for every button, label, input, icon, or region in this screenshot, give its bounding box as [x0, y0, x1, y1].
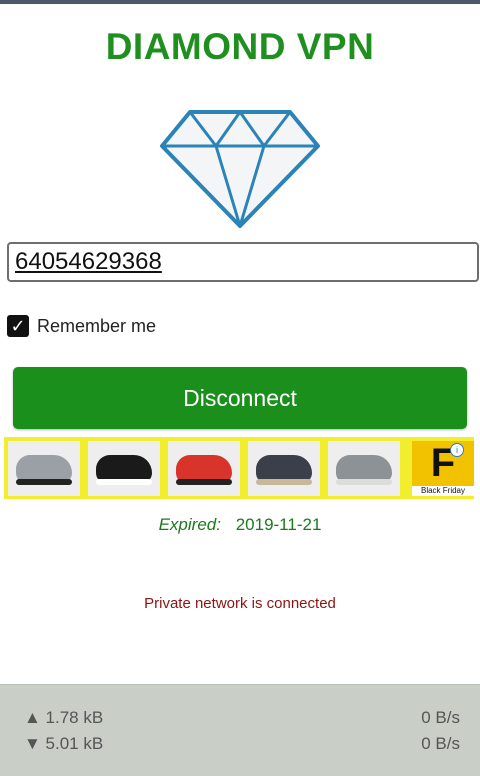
- expiry-row: Expired: 2019-11-21: [0, 515, 480, 535]
- shoe-product-image[interactable]: [8, 441, 84, 496]
- remember-me-checkbox[interactable]: ✓: [7, 315, 29, 337]
- upload-rate: 0 B/s: [421, 708, 460, 727]
- sneaker-product-image[interactable]: [328, 441, 404, 496]
- ad-brand-caption: Black Friday: [420, 486, 465, 495]
- ad-banner[interactable]: F Black Friday i: [4, 437, 474, 499]
- remember-me-row[interactable]: ✓ Remember me: [7, 313, 156, 339]
- expired-label: Expired:: [158, 515, 221, 534]
- expired-date: 2019-11-21: [235, 515, 322, 534]
- status-bar-strip: [0, 0, 480, 4]
- diamond-logo-icon: [160, 110, 320, 228]
- download-rate: 0 B/s: [421, 734, 460, 753]
- sandal-product-image[interactable]: [248, 441, 324, 496]
- remember-me-label: Remember me: [37, 315, 157, 336]
- traffic-footer: ▲ 1.78 kB ▼ 5.01 kB 0 B/s 0 B/s: [0, 684, 480, 776]
- phone-number-input[interactable]: [7, 242, 479, 282]
- connection-status: Private network is connected: [144, 595, 336, 612]
- sandal-product-image[interactable]: [168, 441, 244, 496]
- ad-brand-letter: F: [412, 441, 474, 486]
- ad-info-icon[interactable]: i: [450, 443, 464, 457]
- upload-total: ▲ 1.78 kB: [24, 708, 104, 727]
- download-total: ▼ 5.01 kB: [24, 734, 104, 753]
- ad-brand-tile[interactable]: F Black Friday i: [412, 441, 474, 496]
- app-title: DIAMOND VPN: [105, 26, 375, 67]
- disconnect-button[interactable]: Disconnect: [13, 367, 467, 429]
- slipper-product-image[interactable]: [88, 441, 164, 496]
